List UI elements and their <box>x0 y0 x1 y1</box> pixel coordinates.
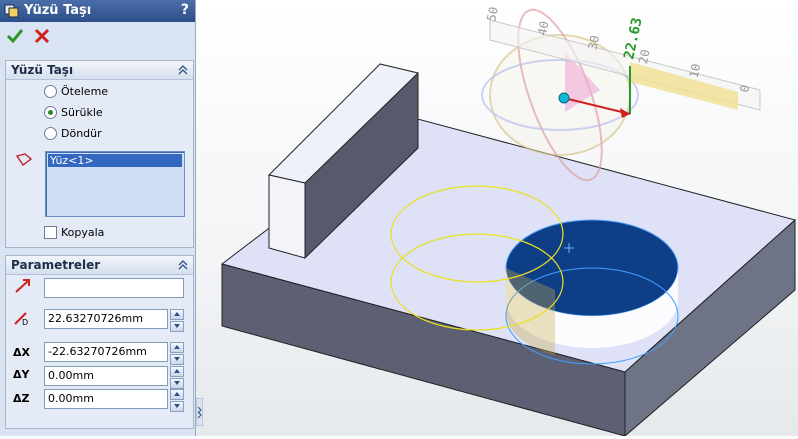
distance-spinner[interactable] <box>170 309 184 332</box>
delta-y-spinner[interactable] <box>170 366 184 389</box>
property-manager: Yüzü Taşı ? Yüzü Taşı Öteleme Sürükle Dö… <box>0 0 196 436</box>
option-drag-label: Sürükle <box>61 105 103 119</box>
radio-rotate[interactable] <box>44 126 57 140</box>
option-translate-label: Öteleme <box>61 84 109 98</box>
copy-label: Kopyala <box>61 225 105 239</box>
distance-field[interactable]: 22.63270726mm <box>44 309 168 329</box>
face-list-item[interactable]: Yüz<1> <box>48 154 182 167</box>
help-button[interactable]: ? <box>181 2 189 18</box>
model-view[interactable]: 50403020100 22.63 <box>196 0 798 438</box>
delta-symbol-icon: Δ <box>13 392 22 405</box>
delta-z-label: ΔZ <box>13 392 30 405</box>
ruler-tick-label: 0 <box>737 84 752 94</box>
face-selection-icon <box>15 153 33 167</box>
face-selection-list[interactable]: Yüz<1> <box>45 151 185 217</box>
direction-field[interactable] <box>44 278 184 298</box>
option-translate[interactable]: Öteleme <box>44 83 108 99</box>
collapse-chevron-icon[interactable] <box>177 259 189 271</box>
delta-x-spinner[interactable] <box>170 342 184 365</box>
delta-z-spinner[interactable] <box>170 389 184 412</box>
option-rotate[interactable]: Döndür <box>44 125 102 141</box>
property-manager-title: Yüzü Taşı <box>24 3 92 18</box>
delta-symbol-icon: Δ <box>13 346 22 359</box>
delta-symbol-icon: Δ <box>13 368 22 381</box>
option-rotate-label: Döndür <box>61 126 102 140</box>
copy-checkbox[interactable] <box>44 225 57 239</box>
svg-text:D: D <box>22 318 28 326</box>
collapse-chevron-icon[interactable] <box>177 64 189 76</box>
ruler-tick-label: 50 <box>484 6 501 23</box>
delta-z-axis: Z <box>21 392 30 405</box>
direction-arrow-icon <box>15 279 30 293</box>
ruler-tick-label: 40 <box>535 20 552 37</box>
graphics-area[interactable]: 50 40 30 20 10 0 22.63 <box>196 0 798 438</box>
triad-origin-handle[interactable] <box>558 92 570 104</box>
move-face-group-header[interactable]: Yüzü Taşı <box>6 61 193 80</box>
delta-y-field[interactable]: 0.00mm <box>44 366 168 386</box>
delta-x-label: ΔX <box>13 346 30 359</box>
ok-check-icon[interactable] <box>6 27 24 45</box>
delta-x-field[interactable]: -22.63270726mm <box>44 342 168 362</box>
block-front-face <box>268 174 306 259</box>
move-face-icon <box>4 4 19 18</box>
property-manager-title-bar: Yüzü Taşı ? <box>0 0 195 22</box>
delta-x-axis: X <box>21 346 30 359</box>
copy-option[interactable]: Kopyala <box>44 224 104 240</box>
move-face-group: Yüzü Taşı Öteleme Sürükle Döndür Yüz<1> … <box>5 60 194 248</box>
move-face-group-title: Yüzü Taşı <box>11 63 74 77</box>
radio-drag[interactable] <box>44 105 57 119</box>
delta-y-label: ΔY <box>13 368 29 381</box>
ruler-tick-label: 10 <box>687 62 704 79</box>
parameters-group-title: Parametreler <box>11 258 101 272</box>
panel-splitter-handle[interactable] <box>196 398 203 426</box>
distance-icon: D <box>14 312 28 326</box>
delta-y-axis: Y <box>21 368 30 381</box>
delta-z-field[interactable]: 0.00mm <box>44 389 168 409</box>
radio-translate[interactable] <box>44 84 57 98</box>
parameters-group-header[interactable]: Parametreler <box>6 256 193 275</box>
action-bar <box>0 22 195 52</box>
option-drag[interactable]: Sürükle <box>44 104 103 120</box>
cancel-x-icon[interactable] <box>33 27 51 45</box>
ruler-tick-label: 30 <box>585 34 602 51</box>
